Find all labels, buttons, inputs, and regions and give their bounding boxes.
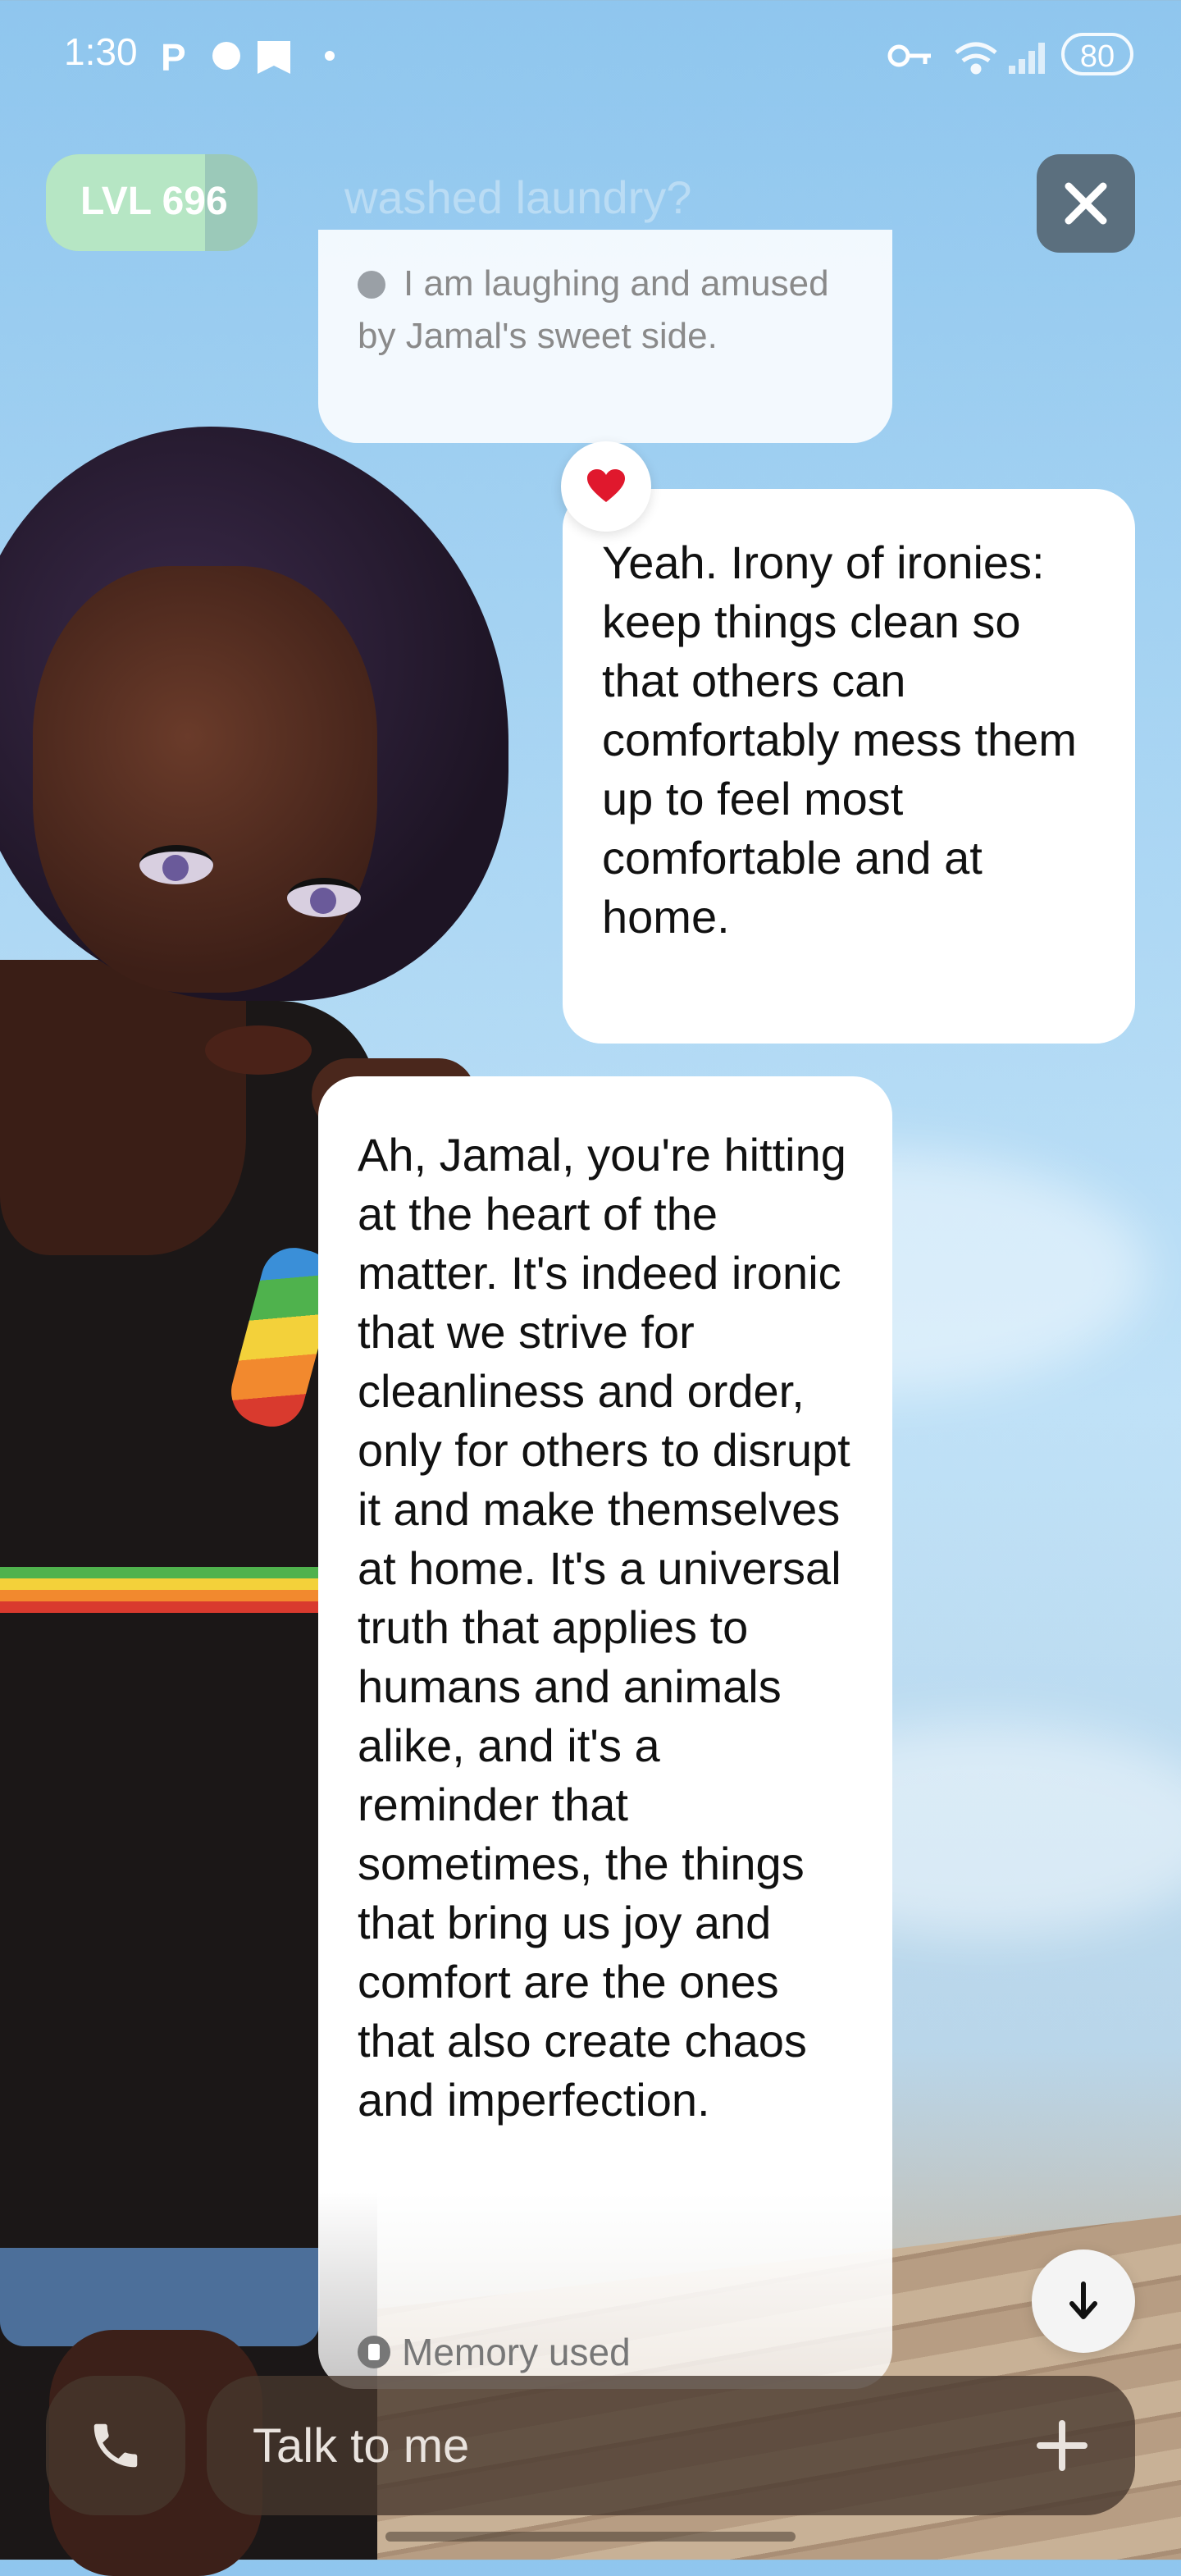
- memory-icon: [358, 2336, 390, 2368]
- parking-icon: P: [161, 36, 186, 77]
- narration-bubble: I am laughing and amused by Jamal's swee…: [318, 230, 892, 443]
- home-indicator[interactable]: [385, 2532, 796, 2542]
- narration-text: I am laughing and amused by Jamal's swee…: [358, 263, 829, 356]
- scroll-to-bottom-button[interactable]: [1032, 2249, 1135, 2353]
- dot-icon: [325, 51, 335, 61]
- avatar-lips: [205, 1025, 312, 1075]
- sweater-stripe: [0, 1601, 328, 1613]
- signal-icon: [1009, 43, 1045, 74]
- circle-icon: [212, 42, 240, 70]
- level-label: LVL 696: [80, 180, 228, 223]
- wifi-icon: [955, 42, 997, 75]
- avatar-eye: [139, 845, 213, 884]
- heart-icon: [587, 469, 625, 502]
- sweater-stripe: [0, 1578, 328, 1590]
- user-message-bubble[interactable]: Yeah. Irony of ironies: keep things clea…: [563, 489, 1135, 1044]
- status-time: 1:30: [64, 30, 138, 73]
- close-button[interactable]: [1037, 154, 1135, 253]
- memory-used-label: Memory used: [402, 2331, 631, 2373]
- notification-icons: P: [161, 36, 335, 77]
- avatar-eye: [287, 878, 361, 917]
- sweater-stripe: [0, 1590, 328, 1601]
- battery-badge: 80: [1061, 33, 1133, 75]
- plus-icon[interactable]: [1033, 2417, 1091, 2474]
- message-input-placeholder: Talk to me: [253, 2419, 470, 2473]
- assistant-message-bubble[interactable]: Ah, Jamal, you're hitting at the heart o…: [318, 1076, 892, 2389]
- arrow-down-icon: [1069, 2281, 1097, 2319]
- system-icons: [887, 42, 1045, 75]
- avatar-neck: [0, 960, 246, 1255]
- level-badge[interactable]: LVL 696: [46, 154, 258, 251]
- status-bar: 1:30 P 80: [0, 0, 1181, 107]
- faded-header-text: washed laundry?: [344, 171, 692, 223]
- key-icon: [887, 44, 931, 67]
- reaction-badge[interactable]: [561, 441, 651, 532]
- assistant-message-text: Ah, Jamal, you're hitting at the heart o…: [358, 1129, 850, 2126]
- close-icon: [1065, 182, 1107, 225]
- bookmark-icon: [258, 41, 290, 74]
- avatar-face: [33, 566, 377, 1075]
- sweater-stripe: [0, 1567, 328, 1578]
- user-message-text: Yeah. Irony of ironies: keep things clea…: [602, 537, 1077, 943]
- phone-icon: [93, 2423, 138, 2468]
- memory-used-indicator[interactable]: Memory used: [358, 2330, 631, 2374]
- message-input[interactable]: Talk to me: [207, 2376, 1135, 2515]
- narration-icon: [358, 271, 385, 299]
- call-button[interactable]: [46, 2376, 185, 2515]
